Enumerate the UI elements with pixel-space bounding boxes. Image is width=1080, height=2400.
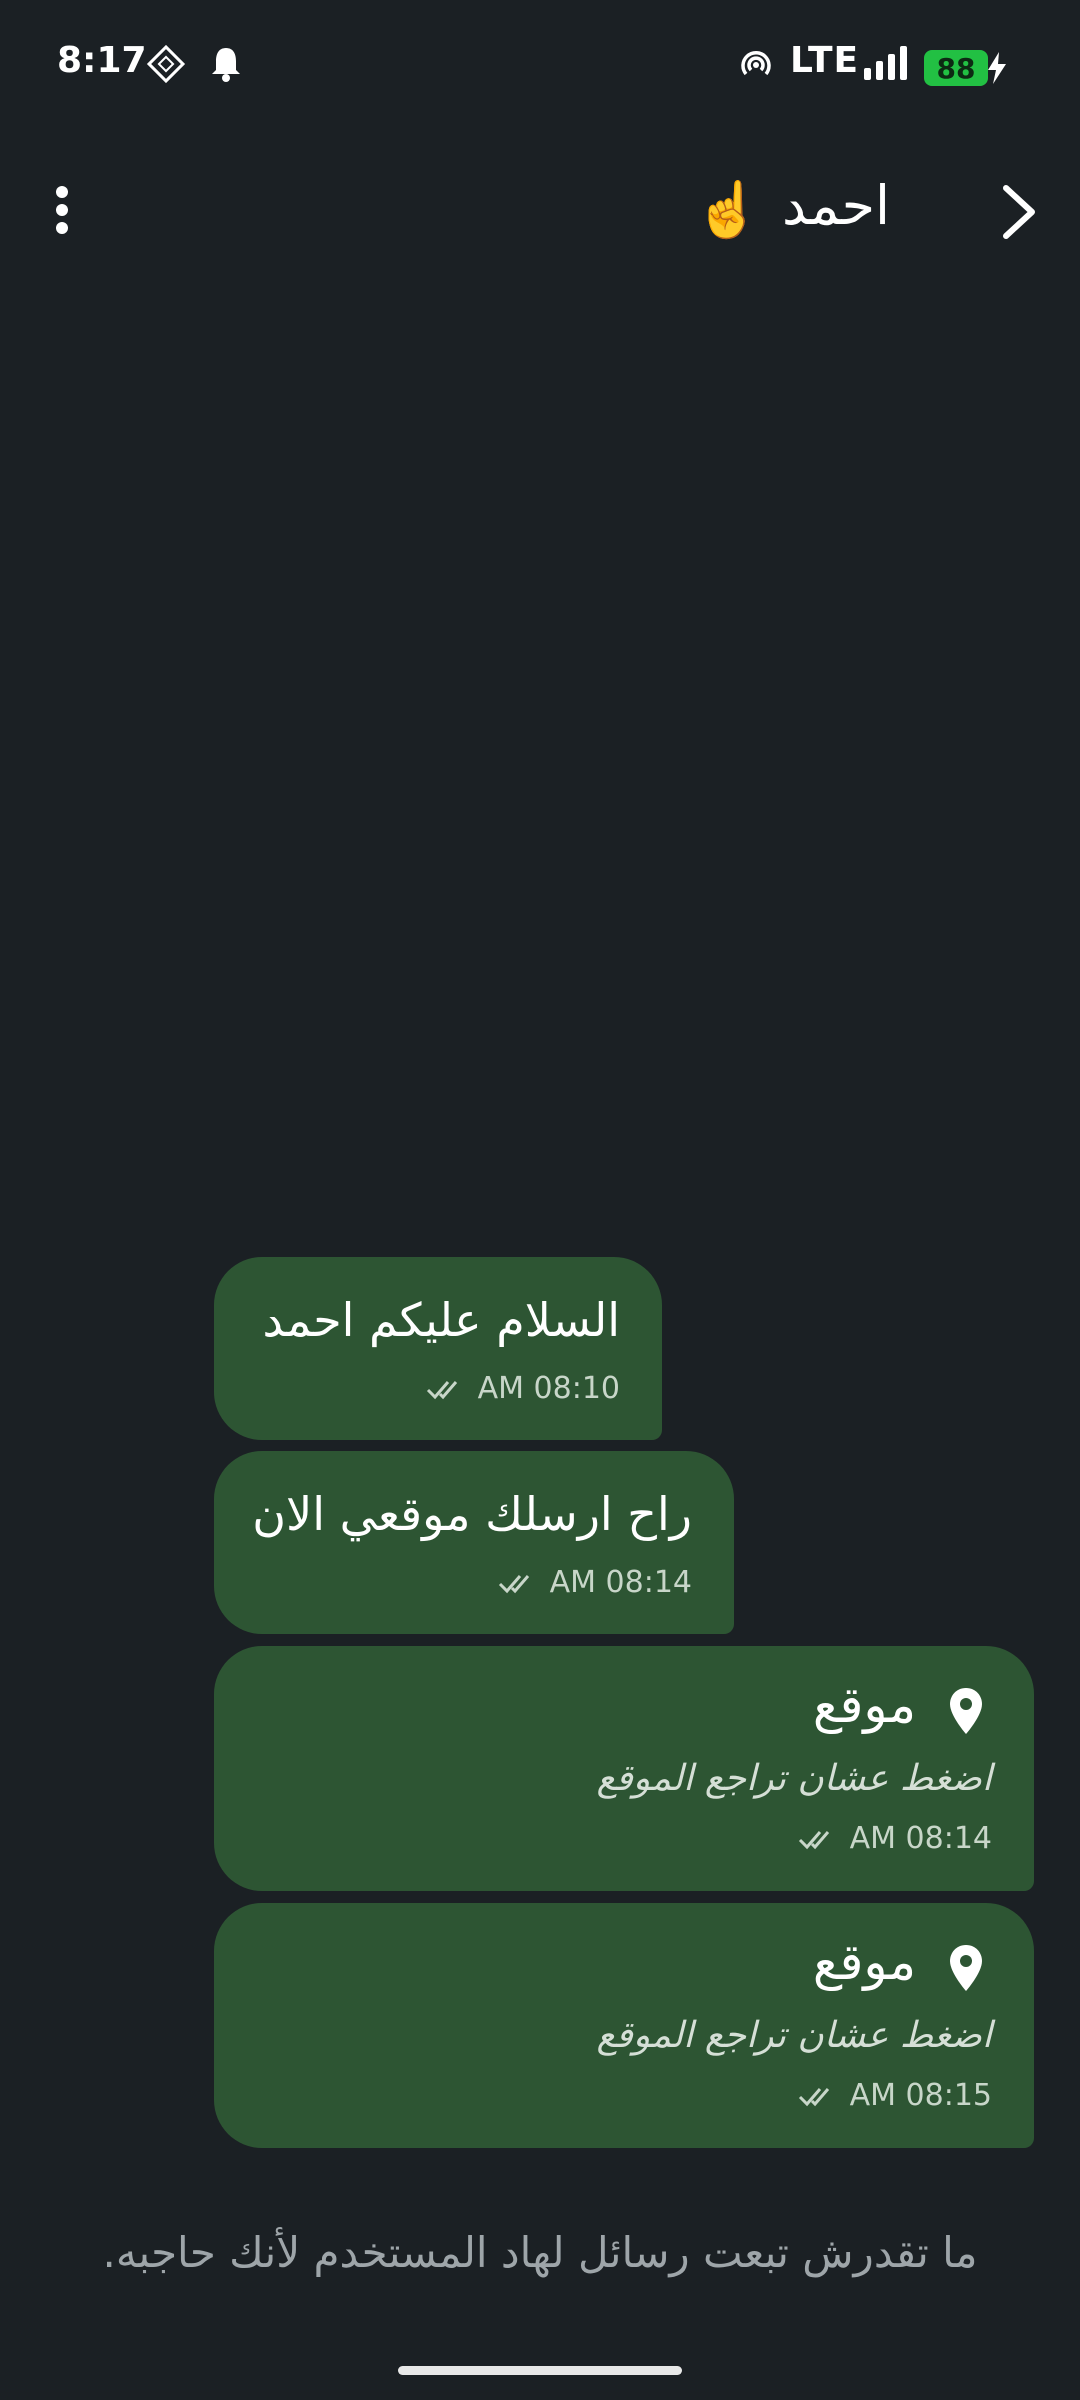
location-pin-icon — [950, 1945, 982, 1991]
signal-icon — [862, 44, 912, 88]
chat-header: ☝️ احمد — [0, 160, 1080, 260]
blocked-notice: ما تقدرش تبعت رسائل لهاد المستخدم لأنك ح… — [102, 2228, 978, 2277]
status-time: 8:17 — [57, 40, 147, 81]
message-meta: AM 08:15 — [798, 2078, 992, 2113]
network-type: LTE — [790, 40, 860, 81]
hotspot-icon — [738, 44, 774, 88]
location-title: موقع — [812, 1676, 916, 1734]
contact-emoji: ☝️ — [694, 178, 762, 241]
read-ticks-icon — [498, 1574, 529, 1593]
message-meta: AM 08:14 — [798, 1821, 992, 1856]
location-subtitle[interactable]: اضغط عشان تراجع الموقع — [597, 2015, 993, 2056]
contact-name[interactable]: احمد — [782, 174, 890, 237]
message-time: AM 08:15 — [849, 2078, 992, 2113]
more-options-icon[interactable] — [44, 182, 84, 242]
battery-level: 88 — [924, 50, 988, 86]
location-subtitle[interactable]: اضغط عشان تراجع الموقع — [597, 1758, 993, 1799]
read-ticks-icon — [798, 2087, 829, 2106]
location-message-bubble[interactable]: موقع اضغط عشان تراجع الموقع AM 08:14 — [214, 1646, 1034, 1891]
read-ticks-icon — [798, 1830, 829, 1849]
location-pin-icon — [950, 1688, 982, 1734]
back-chevron-icon[interactable] — [996, 182, 1046, 242]
navigation-icon — [146, 44, 186, 88]
message-bubble[interactable]: راح ارسلك موقعي الان AM 08:14 — [214, 1451, 734, 1634]
message-bubble[interactable]: السلام عليكم احمد AM 08:10 — [214, 1257, 662, 1440]
message-meta: AM 08:14 — [498, 1565, 692, 1600]
home-indicator[interactable] — [398, 2366, 682, 2375]
status-bar: 8:17 LTE 88 — [0, 0, 1080, 130]
message-text: راح ارسلك موقعي الان — [252, 1487, 692, 1541]
read-ticks-icon — [426, 1380, 457, 1399]
message-meta: AM 08:10 — [426, 1371, 620, 1406]
message-text: السلام عليكم احمد — [262, 1293, 620, 1347]
location-title: موقع — [812, 1933, 916, 1991]
message-time: AM 08:10 — [477, 1371, 620, 1406]
message-time: AM 08:14 — [549, 1565, 692, 1600]
charging-icon — [986, 52, 1008, 88]
location-message-bubble[interactable]: موقع اضغط عشان تراجع الموقع AM 08:15 — [214, 1903, 1034, 2148]
message-time: AM 08:14 — [849, 1821, 992, 1856]
notification-bell-icon — [208, 44, 244, 88]
